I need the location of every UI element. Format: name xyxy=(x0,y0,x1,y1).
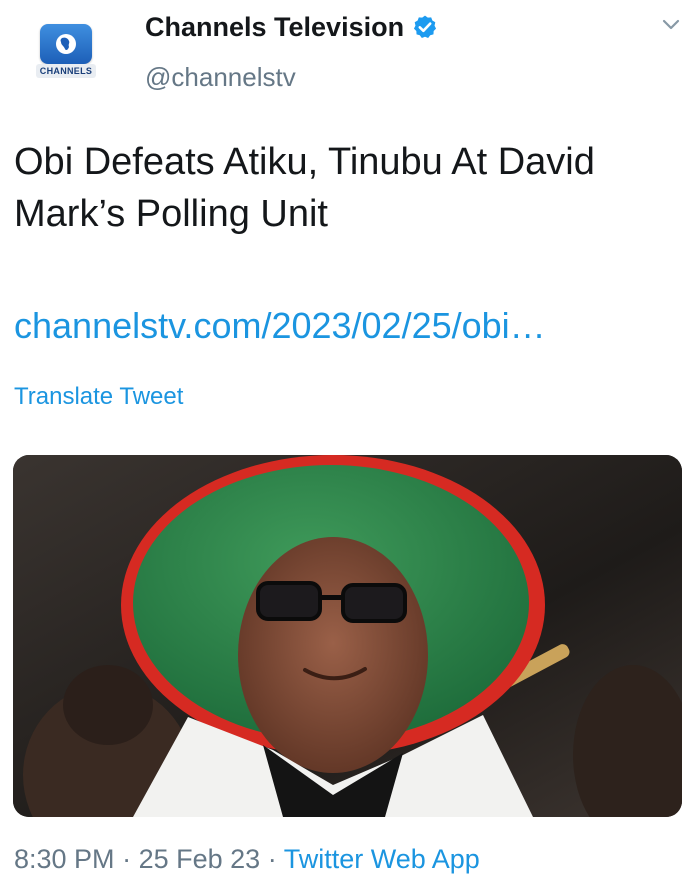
display-name[interactable]: Channels Television xyxy=(145,10,438,44)
channels-logo-icon xyxy=(40,24,92,64)
verified-badge-icon xyxy=(414,15,437,38)
tweet-text: Obi Defeats Atiku, Tinubu At David Mark’… xyxy=(14,141,595,235)
tweet-meta: 8:30 PM · 25 Feb 23 · Twitter Web App xyxy=(14,842,480,876)
translate-tweet-button[interactable]: Translate Tweet xyxy=(14,380,183,414)
chevron-down-icon[interactable] xyxy=(660,14,682,36)
handle[interactable]: @channelstv xyxy=(145,60,296,94)
tweet-date: 25 Feb 23 xyxy=(138,844,261,874)
tweet-time: 8:30 PM xyxy=(14,844,115,874)
tweet-link[interactable]: channelstv.com/2023/02/25/obi… xyxy=(14,302,682,350)
tweet-source-link[interactable]: Twitter Web App xyxy=(284,844,480,874)
display-name-text[interactable]: Channels Television xyxy=(145,10,404,44)
tweet: CHANNELS Channels Television @channelstv… xyxy=(0,0,682,876)
avatar[interactable]: CHANNELS xyxy=(32,20,100,82)
avatar-brand-text: CHANNELS xyxy=(36,64,96,78)
separator: · xyxy=(122,844,132,874)
tweet-photo[interactable] xyxy=(13,455,682,817)
separator: · xyxy=(267,844,277,874)
